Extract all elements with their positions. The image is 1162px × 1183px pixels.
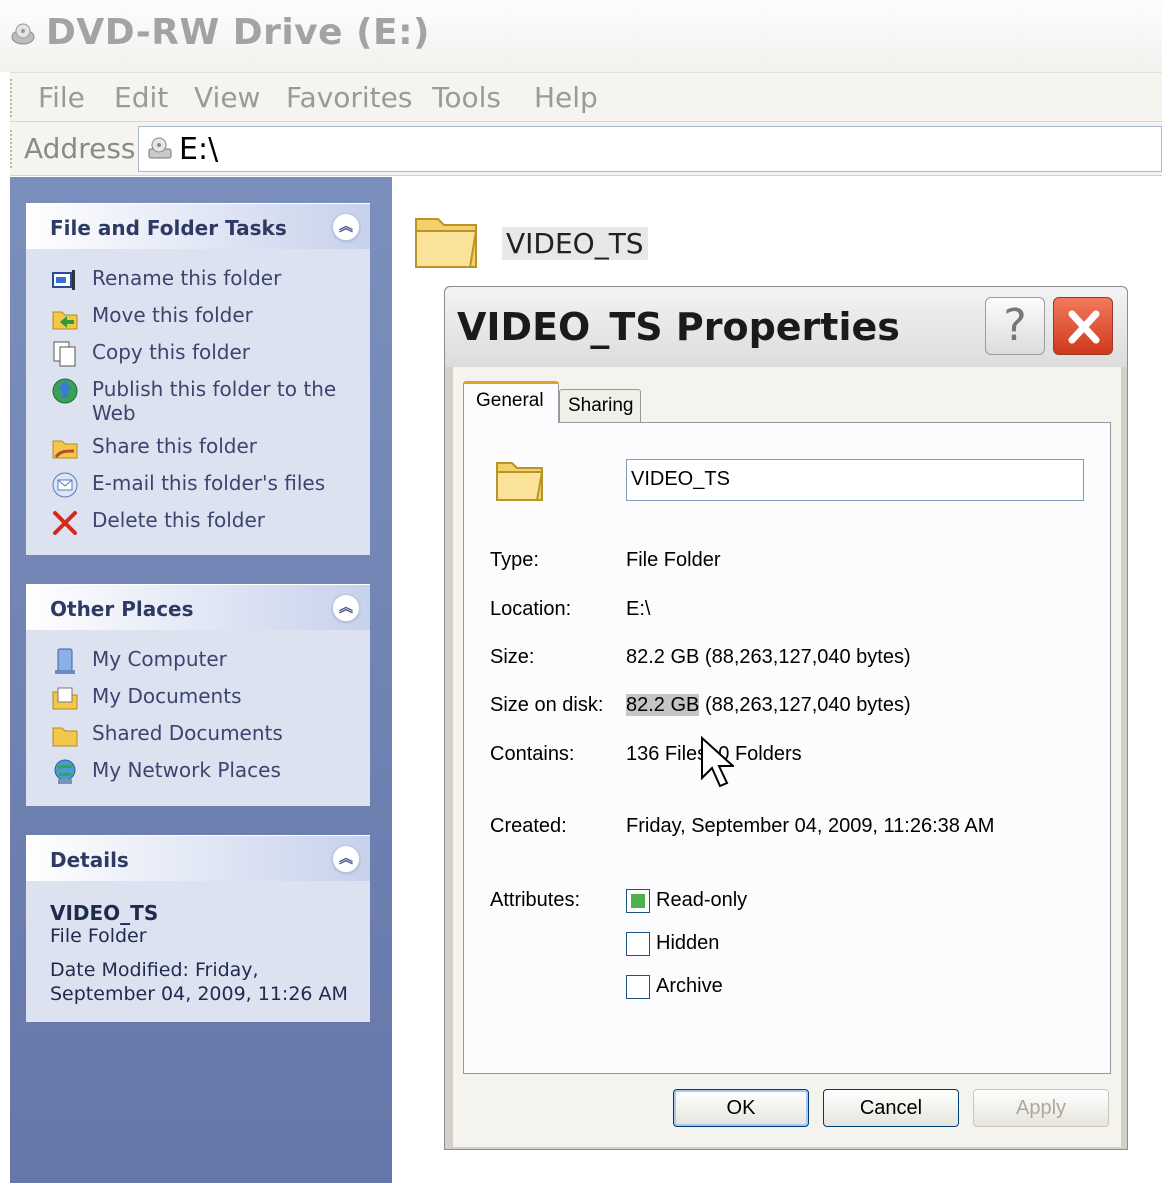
size-on-disk-bytes: (88,263,127,040 bytes) (699, 694, 911, 716)
general-tab-page: VIDEO_TS Type: File Folder Location: E:\… (463, 422, 1111, 1074)
folder-item-video-ts[interactable]: VIDEO_TS (412, 205, 648, 280)
type-label: Type: (490, 549, 539, 571)
task-label: Delete this folder (92, 508, 265, 532)
share-icon (50, 433, 80, 463)
archive-label[interactable]: Archive (656, 975, 723, 998)
help-button[interactable]: ? (985, 297, 1045, 355)
location-value: E:\ (626, 598, 651, 620)
task-label: E-mail this folder's files (92, 471, 326, 495)
close-icon (1054, 310, 1114, 360)
task-label: Publish this folder to the Web (92, 377, 337, 425)
folder-icon (494, 453, 546, 508)
task-label: Move this folder (92, 303, 253, 327)
panel-header[interactable]: Details ︽ (26, 835, 370, 881)
panel-header[interactable]: Other Places ︽ (26, 584, 370, 630)
cd-drive-icon (147, 137, 173, 166)
menu-view[interactable]: View (194, 81, 260, 114)
toolbar-grip[interactable] (10, 130, 12, 168)
address-label: Address (24, 132, 136, 165)
folder-name: VIDEO_TS (502, 227, 648, 260)
menu-file[interactable]: File (38, 81, 85, 114)
tab-general[interactable]: General (463, 381, 559, 423)
collapse-chevron-icon[interactable]: ︽ (332, 213, 360, 241)
panel-title: Details (50, 848, 129, 872)
window-titlebar: DVD-RW Drive (E:) (0, 0, 1162, 72)
type-value: File Folder (626, 549, 721, 571)
tab-sharing[interactable]: Sharing (559, 389, 641, 423)
move-icon (50, 302, 80, 332)
hidden-label[interactable]: Hidden (656, 932, 719, 955)
collapse-chevron-icon[interactable]: ︽ (332, 594, 360, 622)
menu-edit[interactable]: Edit (114, 81, 168, 114)
location-label: Location: (490, 598, 572, 620)
created-value: Friday, September 04, 2009, 11:26:38 AM (626, 815, 995, 837)
details-modified-line1: Date Modified: Friday, (50, 959, 259, 981)
readonly-checkbox[interactable] (626, 889, 650, 913)
created-label: Created: (490, 815, 567, 837)
collapse-chevron-icon[interactable]: ︽ (332, 845, 360, 873)
task-pane: File and Folder Tasks ︽ Rename this fold… (10, 177, 392, 1183)
readonly-label[interactable]: Read-only (656, 889, 747, 912)
window-title: DVD-RW Drive (E:) (46, 12, 430, 53)
details-panel: Details ︽ VIDEO_TS File Folder Date Modi… (26, 835, 370, 1022)
contains-label: Contains: (490, 743, 575, 765)
place-label: My Documents (92, 684, 242, 708)
dialog-body: General Sharing VIDEO_TS Type: File Fold… (453, 367, 1121, 1147)
folder-icon (412, 218, 482, 279)
apply-button[interactable]: Apply (973, 1089, 1109, 1127)
address-bar: Address E:\ (10, 122, 1162, 176)
selected-text: 82.2 GB (626, 694, 700, 716)
size-on-disk-value[interactable]: 82.2 GB (88,263,127,040 bytes) (626, 694, 911, 717)
ok-button[interactable]: OK (673, 1089, 809, 1127)
properties-dialog: VIDEO_TS Properties ? General Sharing VI… (444, 286, 1128, 1150)
place-label: My Computer (92, 647, 227, 671)
file-folder-tasks-panel: File and Folder Tasks ︽ Rename this fold… (26, 203, 370, 555)
task-label: Rename this folder (92, 266, 282, 290)
attributes-label: Attributes: (490, 889, 581, 911)
divider (490, 789, 1082, 790)
size-value: 82.2 GB (88,263,127,040 bytes) (626, 646, 911, 668)
divider (490, 861, 1082, 862)
task-label: Copy this folder (92, 340, 250, 364)
cancel-button[interactable]: Cancel (823, 1089, 959, 1127)
address-input[interactable]: E:\ (138, 126, 1162, 172)
place-label: My Network Places (92, 758, 281, 782)
menu-help[interactable]: Help (534, 81, 598, 114)
publish-web-icon (50, 376, 80, 406)
details-type: File Folder (50, 925, 147, 947)
delete-icon (50, 507, 80, 537)
folder-name-input[interactable]: VIDEO_TS (626, 459, 1084, 501)
mouse-cursor-icon (700, 735, 736, 795)
rename-icon (50, 265, 80, 295)
address-value: E:\ (179, 132, 219, 167)
panel-header[interactable]: File and Folder Tasks ︽ (26, 203, 370, 249)
menu-tools[interactable]: Tools (432, 81, 501, 114)
folder-icon (50, 720, 80, 750)
details-modified-line2: September 04, 2009, 11:26 AM (50, 983, 348, 1005)
details-name: VIDEO_TS (50, 901, 159, 925)
computer-icon (50, 646, 80, 676)
size-label: Size: (490, 646, 535, 668)
network-icon (50, 757, 80, 787)
other-places-panel: Other Places ︽ My Computer My Documents … (26, 584, 370, 806)
place-label: Shared Documents (92, 721, 283, 745)
menu-favorites[interactable]: Favorites (286, 81, 412, 114)
email-icon (50, 470, 80, 500)
copy-icon (50, 339, 80, 369)
dialog-title: VIDEO_TS Properties (457, 305, 900, 349)
panel-title: File and Folder Tasks (50, 216, 287, 240)
panel-title: Other Places (50, 597, 194, 621)
size-on-disk-label: Size on disk: (490, 694, 604, 716)
archive-checkbox[interactable] (626, 975, 650, 999)
hidden-checkbox[interactable] (626, 932, 650, 956)
menu-bar: File Edit View Favorites Tools Help (10, 72, 1162, 122)
cd-drive-icon (10, 22, 36, 53)
dialog-titlebar[interactable]: VIDEO_TS Properties ? (445, 287, 1127, 367)
divider (490, 524, 1082, 525)
toolbar-grip[interactable] (10, 79, 12, 117)
close-button[interactable] (1053, 297, 1113, 355)
documents-icon (50, 683, 80, 713)
task-label: Share this folder (92, 434, 257, 458)
